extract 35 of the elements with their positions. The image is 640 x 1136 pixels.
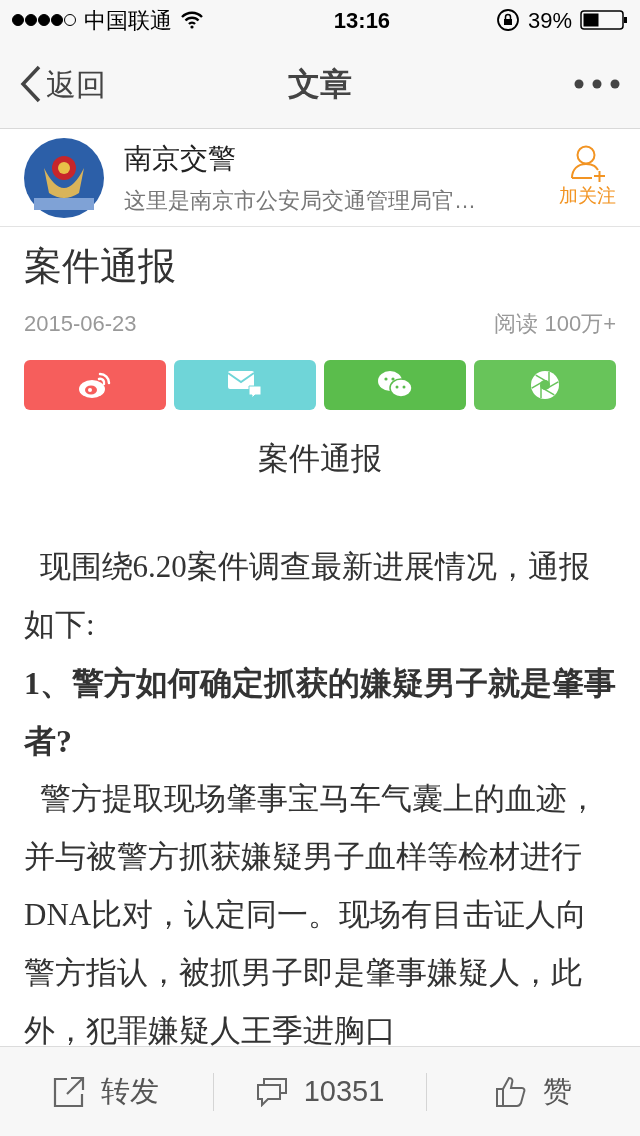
body-paragraph: 警方提取现场肇事宝马车气囊上的血迹，并与被警方抓获嫌疑男子血样等检材进行DNA比对，认定同一。现场有目击证人向警方指认，被抓男子即是肇事嫌疑人，此外，犯罪嫌疑人王季进胸口 <box>24 779 599 1046</box>
back-button[interactable]: 返回 <box>20 61 140 107</box>
rotation-lock-icon <box>495 8 520 32</box>
thumbs-up-icon <box>495 1075 528 1108</box>
account-name: 南京交警 <box>124 142 237 176</box>
aperture-icon <box>530 369 560 400</box>
share-button[interactable] <box>474 359 616 410</box>
like-button[interactable]: 赞 <box>427 1069 640 1114</box>
battery-percent: 39% <box>527 6 572 35</box>
share-button[interactable] <box>324 359 466 410</box>
weibo-icon <box>78 370 112 399</box>
more-icon <box>574 79 620 89</box>
share-button[interactable] <box>24 359 166 410</box>
section-heading: 案件通报 <box>257 439 383 478</box>
signal-icon <box>12 13 76 27</box>
share-button[interactable] <box>174 359 316 410</box>
account-description: 这里是南京市公安局交通管理局官… <box>124 187 477 215</box>
article-title: 案件通报 <box>24 244 177 289</box>
question-paragraph: 1、警方如何确定抓获的嫌疑男子就是肇事者? <box>24 663 616 761</box>
publish-date: 2015-06-23 <box>24 309 137 338</box>
body-paragraph: 现围绕6.20案件调查最新进展情况，通报如下: <box>24 547 591 644</box>
envelope-icon <box>227 369 263 400</box>
chat-bubbles-icon <box>377 369 413 400</box>
page-title: 文章 <box>288 65 352 104</box>
comments-button[interactable]: 10351 <box>213 1069 427 1114</box>
chevron-left-icon <box>20 65 42 103</box>
comment-icon <box>255 1076 288 1107</box>
wifi-icon <box>180 11 204 29</box>
read-count: 阅读 100万+ <box>494 309 616 338</box>
clock: 13:16 <box>333 6 391 35</box>
carrier-name: 中国联通 <box>84 6 172 35</box>
battery-icon <box>580 10 628 30</box>
add-user-icon <box>569 144 606 183</box>
share-out-icon <box>53 1075 86 1108</box>
forward-button[interactable]: 转发 <box>0 1069 213 1114</box>
